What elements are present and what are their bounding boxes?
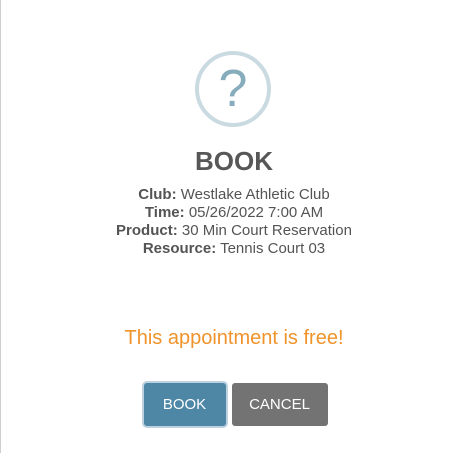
detail-label: Club:	[138, 186, 177, 203]
detail-value: Westlake Athletic Club	[180, 186, 330, 203]
detail-label: Resource:	[142, 240, 217, 257]
detail-label: Product:	[116, 222, 178, 239]
book-button[interactable]: BOOK	[143, 383, 226, 426]
detail-label: Time:	[144, 204, 185, 221]
detail-value: Tennis Court 03	[220, 240, 326, 257]
detail-value: 05/26/2022 7:00 AM	[188, 204, 324, 221]
booking-confirm-dialog: ? BOOK Club: Westlake Athletic Club Time…	[0, 0, 466, 453]
question-mark-glyph: ?	[218, 60, 248, 118]
free-appointment-note: This appointment is free!	[124, 327, 344, 349]
dialog-actions: BOOK CANCEL	[1, 383, 466, 426]
cancel-button[interactable]: CANCEL	[231, 383, 328, 426]
detail-value: 30 Min Court Reservation	[181, 222, 352, 239]
detail-row-resource: Resource: Tennis Court 03	[1, 240, 466, 258]
booking-details: Club: Westlake Athletic Club Time: 05/26…	[1, 186, 466, 258]
detail-row-product: Product: 30 Min Court Reservation	[1, 222, 466, 240]
dialog-title: BOOK	[195, 146, 273, 176]
detail-row-club: Club: Westlake Athletic Club	[1, 186, 466, 204]
detail-row-time: Time: 05/26/2022 7:00 AM	[1, 204, 466, 222]
question-mark-icon: ?	[195, 51, 271, 127]
